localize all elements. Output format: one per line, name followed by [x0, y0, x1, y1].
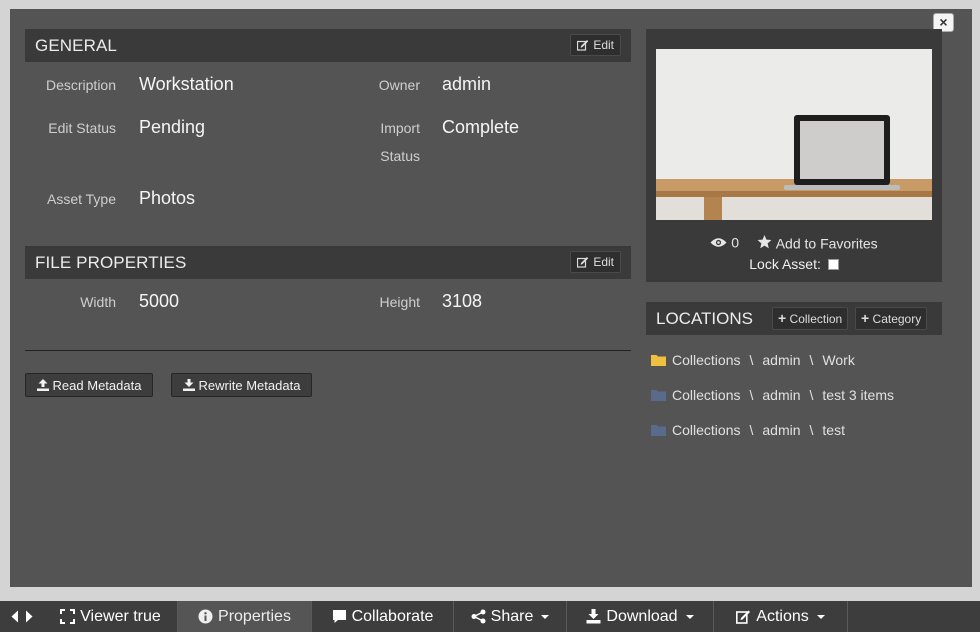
- height-value: 3108: [442, 291, 483, 311]
- general-title: GENERAL: [35, 36, 117, 55]
- location-part[interactable]: test 3 items: [822, 387, 894, 403]
- location-part[interactable]: Collections: [672, 352, 740, 368]
- tab-collaborate[interactable]: Collaborate: [312, 601, 454, 632]
- path-separator: \: [809, 352, 814, 368]
- path-separator: \: [809, 422, 814, 438]
- nav-arrows: [0, 601, 44, 632]
- owner-value: admin: [442, 74, 492, 94]
- location-part[interactable]: Collections: [672, 422, 740, 438]
- upload-icon: [36, 379, 49, 391]
- path-separator: \: [749, 387, 754, 403]
- eye-icon: [710, 238, 727, 247]
- file-properties-title: FILE PROPERTIES: [35, 253, 187, 272]
- edit-icon: [577, 40, 589, 51]
- description-label: Description: [45, 77, 116, 93]
- rewrite-metadata-button[interactable]: Rewrite Metadata: [171, 373, 312, 397]
- width-value: 5000: [139, 291, 180, 311]
- expand-icon: [60, 609, 76, 624]
- tab-viewer[interactable]: Viewer true: [44, 601, 178, 632]
- plus-icon: +: [778, 310, 787, 326]
- location-item[interactable]: Collections \ admin \ test 3 items: [651, 387, 894, 403]
- views-count: 0: [731, 234, 740, 251]
- add-to-favorites-link[interactable]: Add to Favorites: [757, 234, 878, 251]
- width-label: Width: [80, 294, 116, 310]
- read-metadata-label: Read Metadata: [52, 377, 142, 393]
- download-icon: [182, 379, 195, 391]
- import-status-label: Import: [380, 120, 420, 136]
- next-arrow-icon[interactable]: [25, 610, 33, 623]
- tab-properties-label: Properties: [218, 607, 291, 625]
- general-edit-button[interactable]: Edit: [570, 34, 621, 56]
- preview-stats: 0 Add to Favorites: [646, 233, 942, 251]
- preview-panel: 0 Add to Favorites Lock Asset:: [646, 29, 942, 282]
- laptop-photo: [656, 49, 932, 220]
- chevron-down-icon: [541, 614, 550, 619]
- import-status-label-line2: Status: [380, 148, 420, 164]
- tab-download-label: Download: [606, 607, 678, 625]
- edit-icon: [736, 610, 751, 624]
- asset-type-value: Photos: [139, 188, 196, 208]
- chevron-down-icon: [685, 614, 694, 619]
- comment-icon: [332, 610, 346, 623]
- locations-section-header: LOCATIONS + Collection + Category: [646, 302, 942, 335]
- location-part[interactable]: admin: [762, 352, 800, 368]
- tab-share-label: Share: [490, 607, 534, 625]
- file-properties-edit-label: Edit: [593, 255, 614, 269]
- edit-status-label: Edit Status: [48, 120, 116, 136]
- import-status-value: Complete: [442, 117, 520, 137]
- star-icon: [757, 234, 772, 248]
- edit-status-value: Pending: [139, 117, 206, 137]
- file-properties-edit-button[interactable]: Edit: [570, 251, 621, 273]
- path-separator: \: [749, 422, 754, 438]
- location-part[interactable]: admin: [762, 422, 800, 438]
- tab-download[interactable]: Download: [567, 601, 714, 632]
- rewrite-metadata-label: Rewrite Metadata: [198, 377, 301, 393]
- add-collection-label: Collection: [789, 312, 843, 326]
- add-to-favorites-label: Add to Favorites: [775, 234, 878, 251]
- general-section-header: GENERAL Edit: [25, 29, 631, 62]
- location-item[interactable]: Collections \ admin \ Work: [651, 352, 855, 368]
- description-value: Workstation: [139, 74, 234, 94]
- tab-properties[interactable]: Properties: [178, 601, 312, 632]
- location-part[interactable]: Collections: [672, 387, 740, 403]
- owner-label: Owner: [378, 77, 420, 93]
- general-edit-label: Edit: [593, 38, 614, 52]
- location-part[interactable]: admin: [762, 387, 800, 403]
- previous-arrow-icon[interactable]: [11, 610, 19, 623]
- add-category-label: Category: [872, 312, 922, 326]
- locations-title: LOCATIONS: [656, 309, 753, 328]
- location-part[interactable]: Work: [822, 352, 854, 368]
- section-divider: [25, 350, 631, 351]
- chevron-down-icon: [816, 614, 825, 619]
- asset-thumbnail[interactable]: [656, 49, 932, 220]
- file-properties-section-header: FILE PROPERTIES Edit: [25, 246, 631, 279]
- lock-asset-label: Lock Asset:: [749, 256, 821, 272]
- read-metadata-button[interactable]: Read Metadata: [25, 373, 153, 397]
- plus-icon: +: [861, 310, 870, 326]
- download-icon: [586, 609, 601, 624]
- folder-icon: [651, 425, 666, 436]
- folder-icon: [651, 355, 666, 366]
- lock-asset-row: Lock Asset:: [646, 256, 942, 272]
- tab-actions[interactable]: Actions: [714, 601, 848, 632]
- info-icon: [198, 609, 213, 624]
- tab-viewer-label: Viewer true: [80, 607, 161, 625]
- location-item[interactable]: Collections \ admin \ test: [651, 422, 845, 438]
- tab-collaborate-label: Collaborate: [351, 607, 434, 625]
- location-part[interactable]: test: [822, 422, 845, 438]
- add-category-button[interactable]: + Category: [855, 307, 928, 330]
- path-separator: \: [749, 352, 754, 368]
- tab-share[interactable]: Share: [454, 601, 567, 632]
- height-label: Height: [379, 294, 420, 310]
- edit-icon: [577, 257, 589, 268]
- tab-actions-label: Actions: [756, 607, 809, 625]
- folder-icon: [651, 390, 666, 401]
- path-separator: \: [809, 387, 814, 403]
- lock-asset-checkbox[interactable]: [827, 259, 839, 270]
- asset-type-label: Asset Type: [46, 191, 116, 207]
- share-icon: [471, 609, 486, 624]
- bottom-toolbar: Viewer true Properties Collaborate Share…: [0, 601, 980, 632]
- add-collection-button[interactable]: + Collection: [772, 307, 849, 330]
